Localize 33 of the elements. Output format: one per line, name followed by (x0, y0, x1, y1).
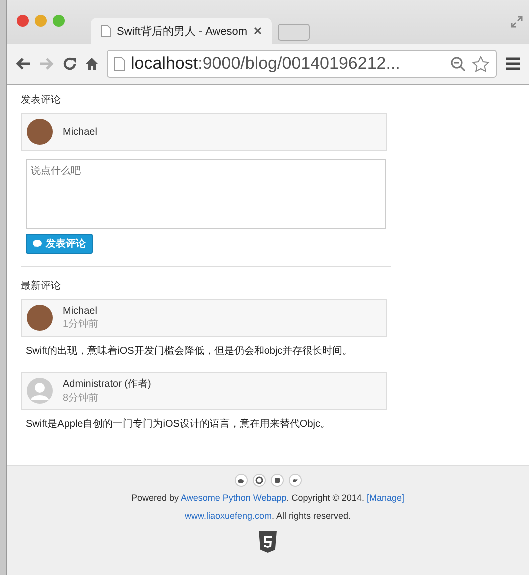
footer-link[interactable]: www.liaoxuefeng.com (184, 511, 272, 521)
speech-bubble-icon (33, 240, 42, 248)
comment-text: Swift是Apple自创的一门专门为iOS设计的语言，意在用来替代Objc。 (26, 418, 332, 431)
footer-text: www.liaoxuefeng.com. All rights reserved. (184, 511, 352, 521)
footer-text: Powered by Awesome Python Webapp. Copyright © 2014. [Manage] (132, 493, 404, 503)
comment-time: 8分钟前 (63, 392, 100, 405)
menu-icon (505, 57, 521, 71)
section-heading: 发表评论 (21, 94, 62, 107)
close-button[interactable] (17, 15, 29, 27)
address-bar[interactable]: localhost:9000/blog/00140196212... (107, 50, 497, 78)
submit-comment-button[interactable]: 发表评论 (26, 234, 93, 254)
user-name: Michael (63, 126, 98, 138)
comment-time: 1分钟前 (63, 318, 99, 330)
close-icon (254, 27, 262, 35)
comment-input-field[interactable]: 说点什么吧 (26, 159, 386, 229)
comment-text: Swift的出现，意味着iOS开发门槛会降低，但是仍会和objc并存很长时间。 (26, 344, 354, 358)
browser-tab[interactable]: Swift背后的男人 - Awesom (91, 18, 272, 44)
back-icon (15, 57, 31, 71)
page-icon (101, 25, 111, 37)
forward-icon (39, 57, 55, 71)
footer-link[interactable]: Awesome Python Webapp (181, 493, 287, 503)
section-heading: 最新评论 (21, 280, 62, 293)
fullscreen-icon (511, 16, 523, 28)
author-name: Administrator (作者) (63, 378, 152, 391)
page-icon (114, 57, 125, 71)
author-name: Michael (63, 306, 98, 316)
url-text: localhost:9000/blog/00140196212... (131, 54, 402, 74)
reload-icon (63, 57, 77, 71)
home-icon (85, 57, 99, 71)
footer-link[interactable]: [Manage] (366, 493, 404, 503)
html5-shield-icon (259, 531, 277, 553)
zoom-out-icon (450, 56, 466, 72)
star-icon (472, 56, 490, 72)
